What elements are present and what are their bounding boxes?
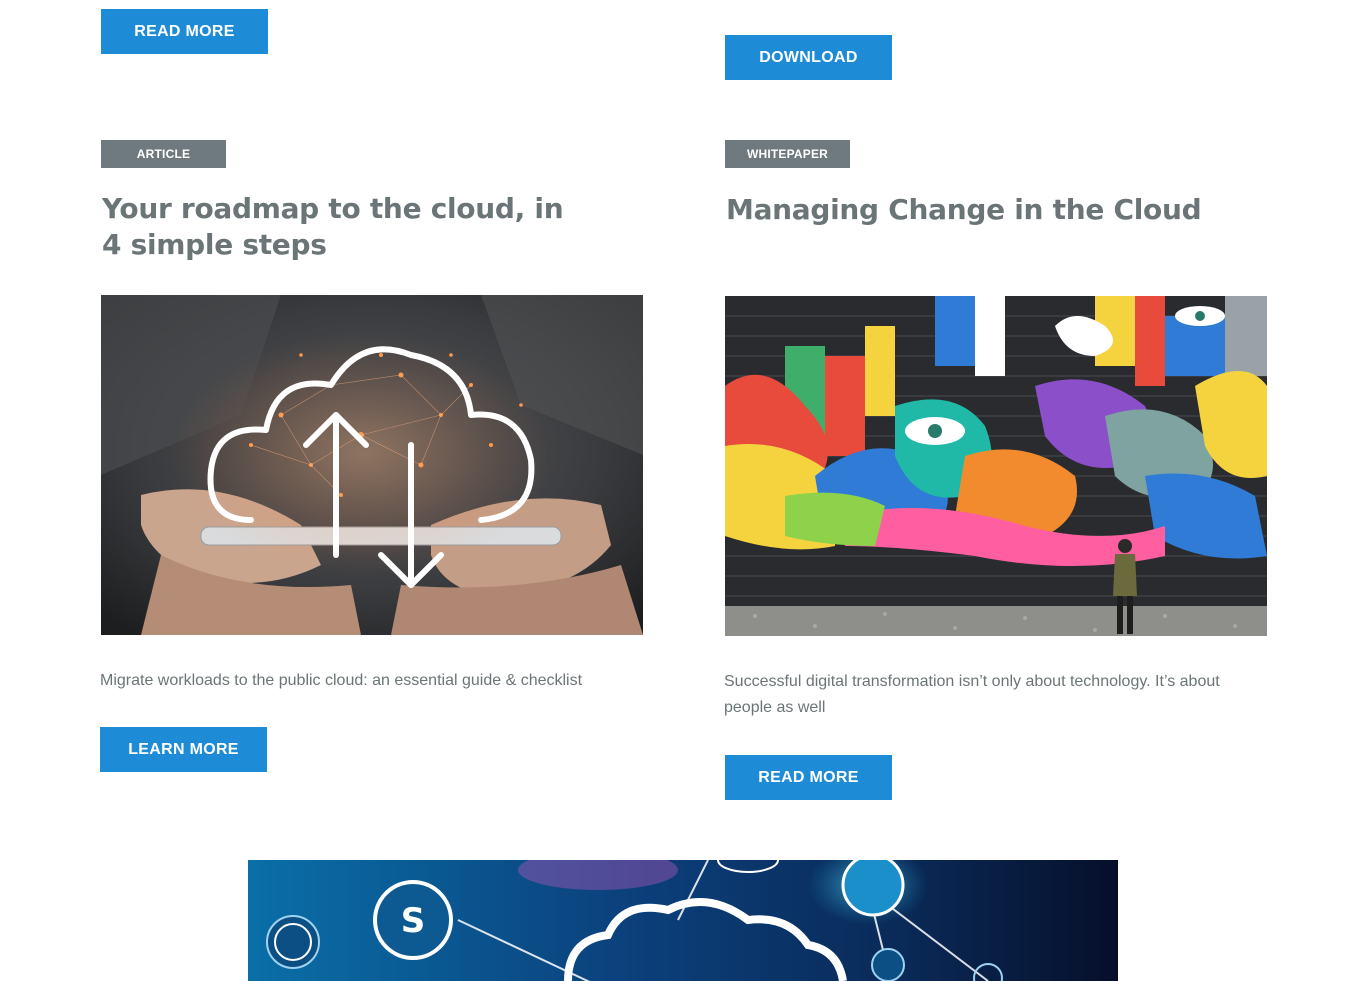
cloud-hands-image[interactable] — [101, 295, 643, 635]
cloud-security-banner[interactable]: S — [248, 860, 1118, 981]
card-description: Migrate workloads to the public cloud: a… — [100, 672, 583, 689]
card-title[interactable]: Managing Change in the Cloud — [726, 192, 1286, 228]
category-tag: WHITEPAPER — [725, 140, 850, 168]
download-button[interactable]: DOWNLOAD — [725, 35, 892, 80]
card-title[interactable]: Your roadmap to the cloud, in 4 simple s… — [102, 191, 582, 263]
category-tag: ARTICLE — [101, 140, 226, 168]
mural-image[interactable] — [725, 296, 1267, 636]
read-more-button-top[interactable]: READ MORE — [101, 9, 268, 54]
learn-more-button[interactable]: LEARN MORE — [100, 727, 267, 772]
read-more-button[interactable]: READ MORE — [725, 755, 892, 800]
card-description: Successful digital transformation isn’t … — [724, 673, 1220, 716]
svg-text:S: S — [401, 901, 426, 941]
